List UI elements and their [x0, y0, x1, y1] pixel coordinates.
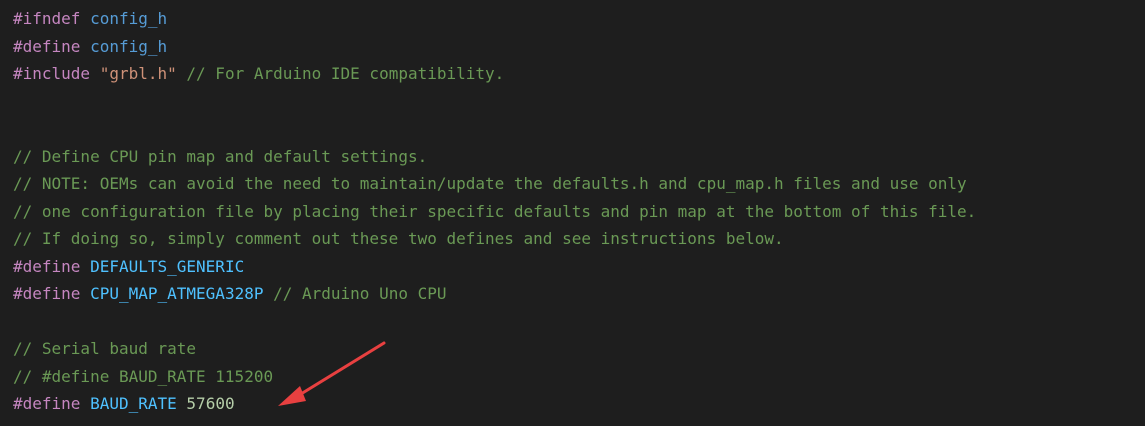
code-line-7: // NOTE: OEMs can avoid the need to main…	[13, 170, 1145, 198]
preprocessor-directive: #ifndef	[13, 9, 81, 28]
code-line-1: #ifndef config_h	[13, 5, 1145, 33]
code-line-14: // #define BAUD_RATE 115200	[13, 363, 1145, 391]
code-line-8: // one configuration file by placing the…	[13, 198, 1145, 226]
macro-identifier: DEFAULTS_GENERIC	[90, 256, 245, 276]
code-comment: // If doing so, simply comment out these…	[13, 229, 784, 248]
code-line-10: #define DEFAULTS_GENERIC	[13, 253, 1145, 281]
baud-rate-value: 57600	[186, 394, 235, 413]
macro-identifier: config_h	[90, 36, 168, 56]
macro-identifier: CPU_MAP_ATMEGA328P	[90, 284, 264, 303]
macro-identifier: BAUD_RATE	[90, 394, 177, 413]
code-line-11: #define CPU_MAP_ATMEGA328P // Arduino Un…	[13, 280, 1145, 308]
code-comment: // NOTE: OEMs can avoid the need to main…	[13, 174, 967, 193]
code-editor[interactable]: #ifndef config_h #define config_h #inclu…	[0, 0, 1145, 426]
code-comment: // Serial baud rate	[13, 339, 197, 358]
preprocessor-directive: #define	[13, 256, 81, 276]
code-comment: // Define CPU pin map and default settin…	[13, 146, 428, 166]
preprocessor-directive: #define	[13, 36, 81, 56]
preprocessor-directive: #define	[13, 394, 81, 413]
preprocessor-directive: #include	[13, 64, 91, 83]
macro-identifier: config_h	[90, 9, 168, 28]
preprocessor-directive: #define	[13, 284, 81, 303]
code-comment: // one configuration file by placing the…	[13, 201, 977, 221]
code-line-3: #include "grbl.h" // For Arduino IDE com…	[13, 60, 1145, 88]
include-string: "grbl.h"	[99, 64, 177, 83]
code-comment: // Arduino Uno CPU	[273, 284, 447, 303]
code-line-9: // If doing so, simply comment out these…	[13, 225, 1145, 253]
code-comment: // For Arduino IDE compatibility.	[186, 64, 505, 83]
code-line-13: // Serial baud rate	[13, 335, 1145, 363]
code-line-6: // Define CPU pin map and default settin…	[13, 143, 1145, 171]
code-line-2: #define config_h	[13, 33, 1145, 61]
code-comment: // #define BAUD_RATE 115200	[13, 366, 274, 386]
code-line-15: #define BAUD_RATE 57600	[13, 390, 1145, 418]
